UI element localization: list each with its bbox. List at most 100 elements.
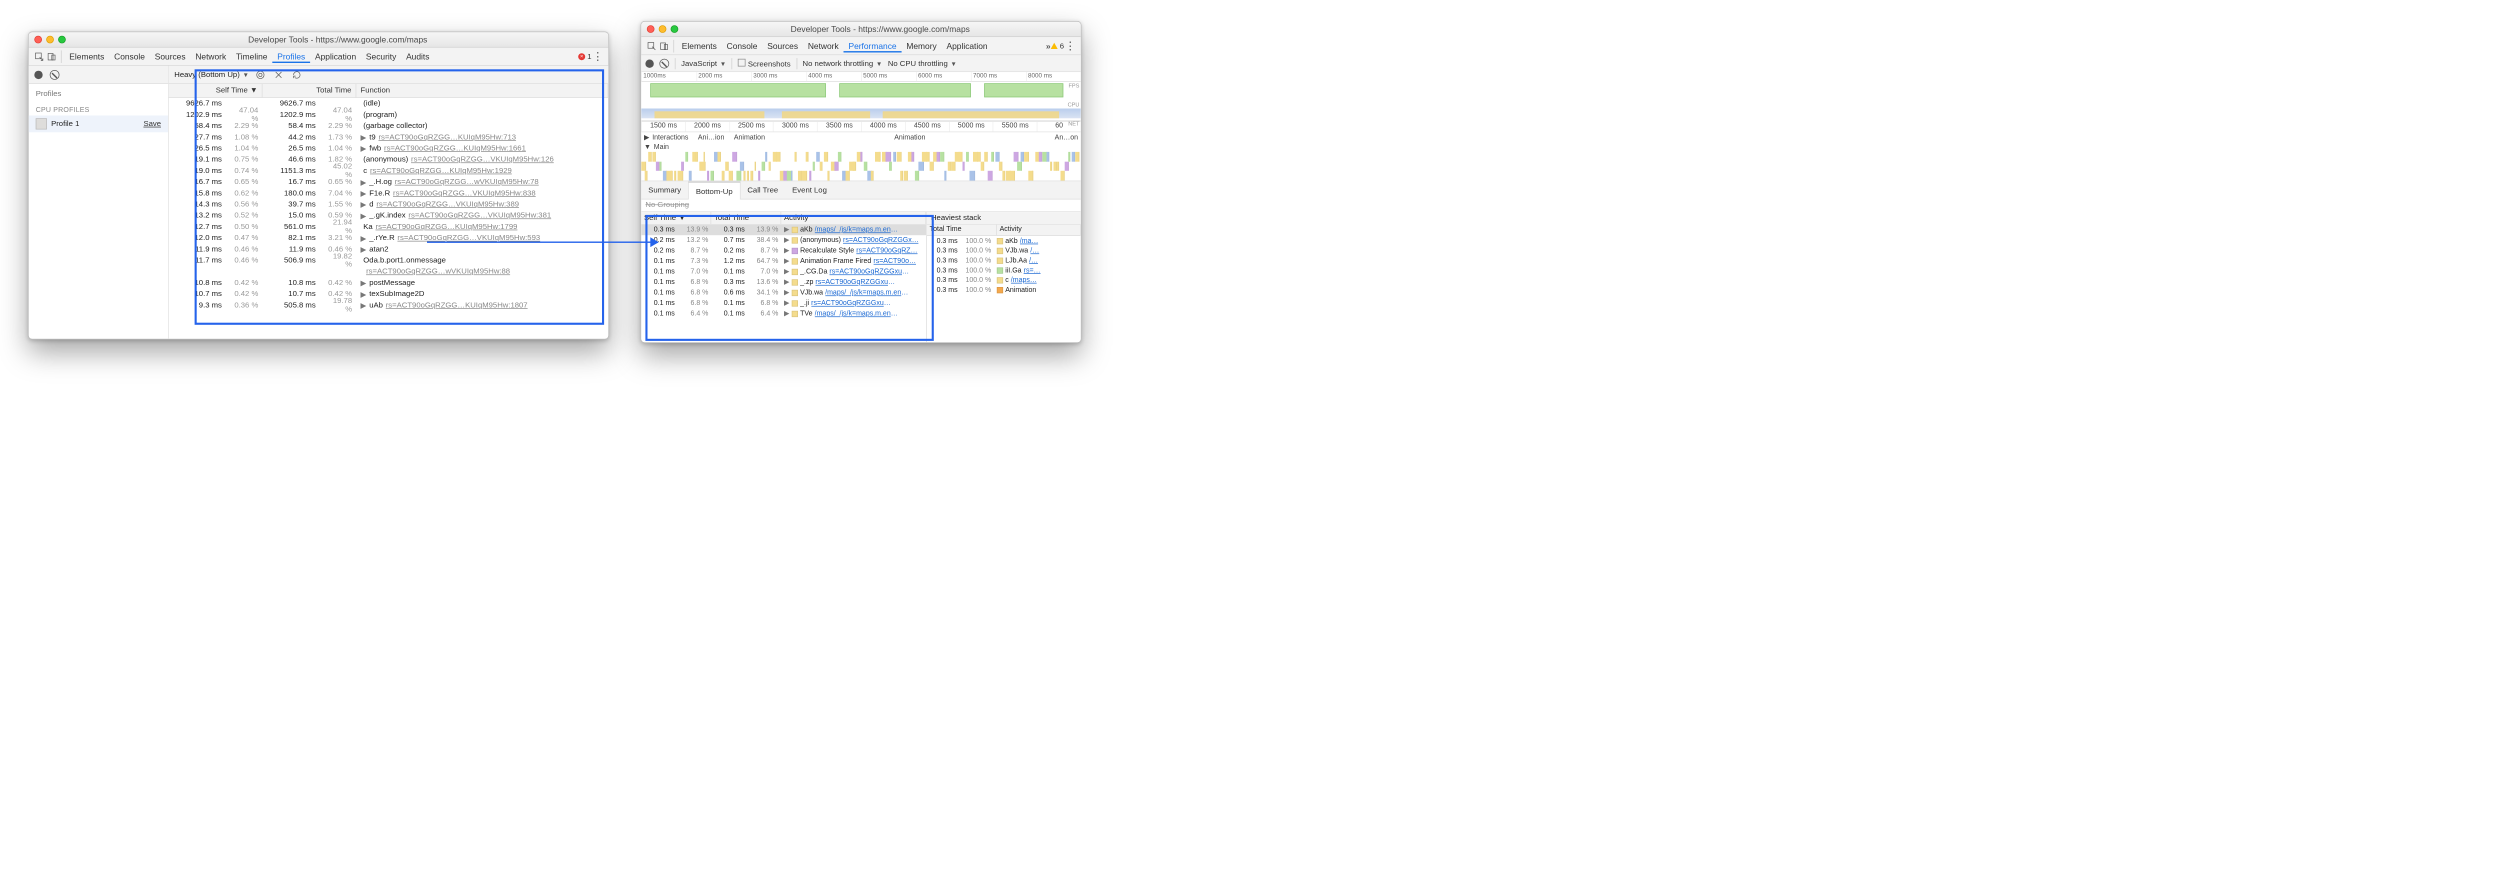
source-link[interactable]: rs=ACT90oGqRZGG…VKUIqM95Hw:381 bbox=[408, 211, 551, 220]
source-link[interactable]: /… bbox=[1029, 257, 1038, 265]
source-link[interactable]: rs=ACT90oGqRZGG…KUIqM95Hw:1929 bbox=[370, 167, 512, 175]
source-link[interactable]: rs=ACT90oGqRZGG…KUIqM95Hw:1807 bbox=[386, 301, 528, 310]
profile-row[interactable]: 14.3 ms0.56 %39.7 ms1.55 %▶drs=ACT90oGqR… bbox=[169, 199, 609, 210]
tab-sources[interactable]: Sources bbox=[150, 51, 191, 61]
col-total-time[interactable]: Total Time bbox=[711, 212, 781, 224]
profile-row[interactable]: 13.2 ms0.52 %15.0 ms0.59 %▶_.gK.indexrs=… bbox=[169, 210, 609, 221]
profile-row[interactable]: 11.9 ms0.46 %11.9 ms0.46 %▶atan2 bbox=[169, 244, 609, 255]
tab-audits[interactable]: Audits bbox=[401, 51, 434, 61]
heaviest-row[interactable]: 0.3 ms100.0 %Animation bbox=[927, 285, 1081, 295]
minimize-window-icon[interactable] bbox=[46, 36, 54, 44]
profile-row[interactable]: 10.7 ms0.42 %10.7 ms0.42 %▶texSubImage2D bbox=[169, 288, 609, 299]
tab-memory[interactable]: Memory bbox=[901, 41, 941, 51]
focus-icon[interactable] bbox=[254, 68, 267, 81]
source-link[interactable]: rs=ACT90oGqRZGG…KUIqM95Hw:713 bbox=[378, 133, 516, 142]
tab-console[interactable]: Console bbox=[109, 51, 150, 61]
col-activity[interactable]: Activity bbox=[781, 212, 926, 224]
source-link[interactable]: rs=ACT90oGqRZGG…VKUIqM95Hw:126 bbox=[411, 155, 554, 163]
tab-elements[interactable]: Elements bbox=[677, 41, 722, 51]
tab-application[interactable]: Application bbox=[942, 41, 993, 51]
kebab-menu-icon[interactable]: ⋮ bbox=[1064, 40, 1077, 53]
subtab-event-log[interactable]: Event Log bbox=[785, 181, 834, 199]
refresh-icon[interactable] bbox=[291, 68, 304, 81]
warning-badge[interactable]: 6 bbox=[1051, 42, 1064, 50]
bottom-up-row[interactable]: 0.1 ms7.0 %0.1 ms7.0 %▶_.CG.Da rs=ACT90o… bbox=[641, 267, 926, 278]
titlebar[interactable]: Developer Tools - https://www.google.com… bbox=[29, 32, 609, 47]
tab-network[interactable]: Network bbox=[803, 41, 844, 51]
close-window-icon[interactable] bbox=[34, 36, 42, 44]
bottom-up-row[interactable]: 0.3 ms13.9 %0.3 ms13.9 %▶aKb /maps/_/js/… bbox=[641, 225, 926, 236]
profile-row[interactable]: 10.8 ms0.42 %10.8 ms0.42 %▶postMessage bbox=[169, 277, 609, 288]
bottom-up-row[interactable]: 0.2 ms8.7 %0.2 ms8.7 %▶Recalculate Style… bbox=[641, 246, 926, 256]
col-activity[interactable]: Activity bbox=[997, 225, 1081, 236]
grouping-select[interactable]: No Grouping bbox=[641, 200, 1081, 213]
tab-console[interactable]: Console bbox=[722, 41, 763, 51]
view-mode-select[interactable]: Heavy (Bottom Up)▼ bbox=[174, 70, 249, 78]
source-link[interactable]: rs=ACT90oGqRZGGx… bbox=[843, 237, 919, 245]
heaviest-row[interactable]: 0.3 ms100.0 %c /maps… bbox=[927, 275, 1081, 285]
interactions-track[interactable]: ▶ Interactions Ani…ion Animation Animati… bbox=[641, 132, 1081, 142]
heaviest-row[interactable]: 0.3 ms100.0 %iiI.Ga rs=… bbox=[927, 265, 1081, 275]
heaviest-row[interactable]: 0.3 ms100.0 %VJb.wa /… bbox=[927, 246, 1081, 256]
bottom-up-row[interactable]: 0.1 ms6.8 %0.1 ms6.8 %▶_.ji rs=ACT90oGqR… bbox=[641, 298, 926, 309]
traffic-lights[interactable] bbox=[34, 36, 65, 44]
clear-button[interactable] bbox=[659, 58, 669, 68]
minimize-window-icon[interactable] bbox=[659, 25, 667, 33]
profile-rows[interactable]: 9626.7 ms9626.7 ms(idle)1202.9 ms47.04 %… bbox=[169, 98, 609, 339]
source-link[interactable]: rs=ACT90oGqRZGG…VKUIqM95Hw:389 bbox=[376, 200, 519, 209]
device-toggle-icon[interactable] bbox=[658, 40, 671, 53]
profile-row[interactable]: 9.3 ms0.36 %505.8 ms19.78 %▶uAbrs=ACT90o… bbox=[169, 300, 609, 311]
tab-timeline[interactable]: Timeline bbox=[231, 51, 272, 61]
col-total-time[interactable]: Total Time bbox=[263, 84, 357, 97]
source-link[interactable]: rs=ACT90oGqRZGGxuWo-z8BL… bbox=[811, 300, 895, 308]
clear-button[interactable] bbox=[50, 70, 60, 80]
source-link[interactable]: rs=ACT90oGqRZGG…VKUIqM95Hw:838 bbox=[393, 189, 536, 198]
tab-sources[interactable]: Sources bbox=[762, 41, 803, 51]
heaviest-row[interactable]: 0.3 ms100.0 %LJb.Aa /… bbox=[927, 256, 1081, 266]
device-toggle-icon[interactable] bbox=[46, 50, 59, 63]
tab-application[interactable]: Application bbox=[310, 51, 361, 61]
profile-row[interactable]: 27.7 ms1.08 %44.2 ms1.73 %▶t9rs=ACT90oGq… bbox=[169, 132, 609, 143]
source-link[interactable]: rs=ACT90oGqRZGGxuWo-z8B… bbox=[815, 279, 899, 287]
bottom-up-row[interactable]: 0.1 ms7.3 %1.2 ms64.7 %▶Animation Frame … bbox=[641, 256, 926, 267]
main-track[interactable]: ▼ Main bbox=[641, 142, 1081, 152]
subtab-call-tree[interactable]: Call Tree bbox=[740, 181, 785, 199]
tab-security[interactable]: Security bbox=[361, 51, 401, 61]
titlebar[interactable]: Developer Tools - https://www.google.com… bbox=[641, 22, 1081, 37]
tab-elements[interactable]: Elements bbox=[64, 51, 109, 61]
profile-row[interactable]: 58.4 ms2.29 %58.4 ms2.29 %(garbage colle… bbox=[169, 120, 609, 131]
screenshots-checkbox[interactable]: Screenshots bbox=[738, 58, 791, 68]
source-link[interactable]: rs=ACT90oGqRZGG…wVKUIqM95Hw:78 bbox=[395, 177, 539, 186]
traffic-lights[interactable] bbox=[647, 25, 679, 33]
source-link[interactable]: /maps/_/js/k=maps.m.en.yeALR… bbox=[815, 226, 899, 234]
network-throttle-select[interactable]: No network throttling▼ bbox=[803, 59, 883, 67]
kebab-menu-icon[interactable]: ⋮ bbox=[592, 50, 605, 63]
save-link[interactable]: Save bbox=[143, 120, 161, 128]
source-link[interactable]: /… bbox=[1030, 247, 1039, 255]
bottom-up-row[interactable]: 0.1 ms6.8 %0.3 ms13.6 %▶_.zp rs=ACT90oGq… bbox=[641, 277, 926, 288]
zoom-window-icon[interactable] bbox=[671, 25, 679, 33]
zoom-window-icon[interactable] bbox=[58, 36, 66, 44]
subtab-summary[interactable]: Summary bbox=[641, 181, 688, 199]
flame-chart[interactable]: ▶ Interactions Ani…ion Animation Animati… bbox=[641, 132, 1081, 181]
col-self-time[interactable]: Self Time ▼ bbox=[641, 212, 711, 224]
profile-row[interactable]: 19.1 ms0.75 %46.6 ms1.82 %(anonymous)rs=… bbox=[169, 154, 609, 165]
col-function[interactable]: Function bbox=[356, 84, 608, 97]
subtab-bottom-up[interactable]: Bottom-Up bbox=[688, 181, 740, 199]
record-button[interactable] bbox=[34, 70, 42, 78]
tab-network[interactable]: Network bbox=[190, 51, 231, 61]
profile-row[interactable]: 15.8 ms0.62 %180.0 ms7.04 %▶F1e.Rrs=ACT9… bbox=[169, 188, 609, 199]
error-badge[interactable]: ×1 bbox=[578, 52, 591, 60]
lang-select[interactable]: JavaScript▼ bbox=[681, 59, 726, 67]
source-link[interactable]: rs=ACT90oGqRZ… bbox=[856, 247, 917, 255]
source-link[interactable]: /maps/_/js/k=maps.m.en.yeALR… bbox=[815, 310, 899, 318]
source-link[interactable]: /maps/_/js/k=maps.m.en.ye… bbox=[825, 289, 909, 297]
source-link[interactable]: rs=ACT90oGqRZGG…KUIqM95Hw:1661 bbox=[384, 144, 526, 153]
source-link[interactable]: rs=… bbox=[1024, 266, 1041, 274]
source-link[interactable]: rs=ACT90oGqRZGG…wVKUIqM95Hw:88 bbox=[366, 267, 510, 275]
profile-row[interactable]: 26.5 ms1.04 %26.5 ms1.04 %▶fwbrs=ACT90oG… bbox=[169, 143, 609, 154]
bottom-up-rows[interactable]: 0.3 ms13.9 %0.3 ms13.9 %▶aKb /maps/_/js/… bbox=[641, 225, 926, 343]
source-link[interactable]: /maps… bbox=[1011, 276, 1037, 284]
bottom-up-row[interactable]: 0.1 ms6.8 %0.6 ms34.1 %▶VJb.wa /maps/_/j… bbox=[641, 288, 926, 299]
overview-pane[interactable]: 1000ms2000 ms3000 ms4000 ms5000 ms6000 m… bbox=[641, 72, 1081, 121]
